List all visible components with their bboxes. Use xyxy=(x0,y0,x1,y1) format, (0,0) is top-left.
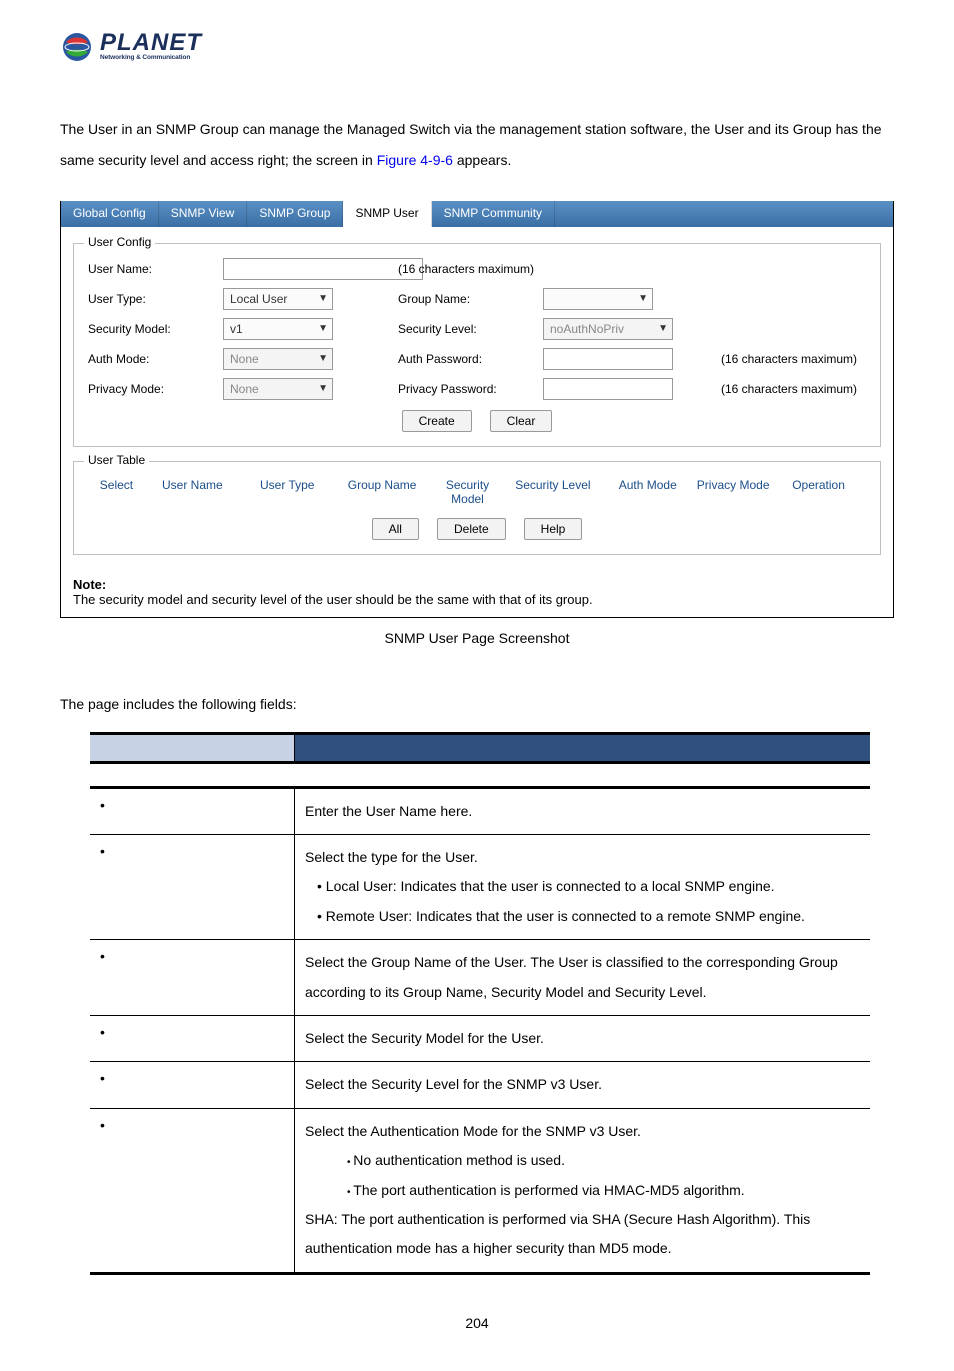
desc-text: Select the type for the User. Local User… xyxy=(295,834,871,939)
user-type-label: User Type: xyxy=(88,292,223,306)
auth-password-hint: (16 characters maximum) xyxy=(713,352,866,366)
screenshot-caption: SNMP User Page Screenshot xyxy=(60,630,894,646)
desc-bullet xyxy=(90,940,295,1016)
chevron-down-icon: ▼ xyxy=(638,293,648,304)
privacy-password-hint: (16 characters maximum) xyxy=(713,382,866,396)
help-button[interactable]: Help xyxy=(524,518,583,540)
col-privacy-mode: Privacy Mode xyxy=(695,476,771,508)
desc-text: Select the Group Name of the User. The U… xyxy=(295,940,871,1016)
tab-snmp-view[interactable]: SNMP View xyxy=(159,201,248,227)
note-title: Note: xyxy=(73,577,881,592)
desc-bullet xyxy=(90,1108,295,1273)
user-table-fieldset: User Table Select User Name User Type Gr… xyxy=(73,461,881,555)
col-auth-mode: Auth Mode xyxy=(600,476,695,508)
desc-bullet xyxy=(90,1062,295,1108)
tab-snmp-community[interactable]: SNMP Community xyxy=(432,201,555,227)
col-user-type: User Type xyxy=(240,476,335,508)
note-block: Note: The security model and security le… xyxy=(61,575,893,617)
privacy-mode-select[interactable]: None ▼ xyxy=(223,378,333,400)
all-button[interactable]: All xyxy=(372,518,419,540)
chevron-down-icon: ▼ xyxy=(318,383,328,394)
security-level-label: Security Level: xyxy=(398,322,543,336)
col-user-name: User Name xyxy=(145,476,240,508)
security-model-label: Security Model: xyxy=(88,322,223,336)
user-name-hint: (16 characters maximum) xyxy=(398,262,543,276)
logo-title: PLANET xyxy=(100,33,202,53)
figure-link[interactable]: Figure 4-9-6 xyxy=(377,152,453,168)
screenshot-panel: Global Config SNMP View SNMP Group SNMP … xyxy=(60,201,894,618)
group-name-select[interactable]: ▼ xyxy=(543,288,653,310)
auth-password-input[interactable] xyxy=(543,348,673,370)
page-number: 204 xyxy=(60,1315,894,1331)
tab-bar: Global Config SNMP View SNMP Group SNMP … xyxy=(61,201,893,227)
desc-text: Enter the User Name here. xyxy=(295,787,871,834)
desc-bullet xyxy=(90,1015,295,1061)
desc-text: Select the Security Model for the User. xyxy=(295,1015,871,1061)
auth-mode-select[interactable]: None ▼ xyxy=(223,348,333,370)
intro-paragraph: The User in an SNMP Group can manage the… xyxy=(60,114,894,176)
desc-text: Select the Authentication Mode for the S… xyxy=(295,1108,871,1273)
tab-snmp-user[interactable]: SNMP User xyxy=(343,201,431,227)
security-level-select[interactable]: noAuthNoPriv ▼ xyxy=(543,318,673,340)
description-table: Enter the User Name here. Select the typ… xyxy=(90,732,870,1275)
security-model-select[interactable]: v1 ▼ xyxy=(223,318,333,340)
col-security-model: Security Model xyxy=(430,476,506,508)
col-security-level: Security Level xyxy=(505,476,600,508)
user-config-fieldset: User Config User Name: (16 characters ma… xyxy=(73,243,881,447)
logo: PLANET Networking & Communication xyxy=(60,30,894,64)
note-text: The security model and security level of… xyxy=(73,592,881,607)
user-config-legend: User Config xyxy=(84,235,155,249)
planet-globe-icon xyxy=(60,30,94,64)
desc-bullet xyxy=(90,787,295,834)
user-type-select[interactable]: Local User ▼ xyxy=(223,288,333,310)
col-group-name: Group Name xyxy=(335,476,430,508)
group-name-label: Group Name: xyxy=(398,292,543,306)
user-name-label: User Name: xyxy=(88,262,223,276)
tab-snmp-group[interactable]: SNMP Group xyxy=(247,201,343,227)
privacy-mode-label: Privacy Mode: xyxy=(88,382,223,396)
auth-password-label: Auth Password: xyxy=(398,352,543,366)
tab-global-config[interactable]: Global Config xyxy=(61,201,159,227)
col-select: Select xyxy=(88,476,145,508)
privacy-password-input[interactable] xyxy=(543,378,673,400)
user-table-legend: User Table xyxy=(84,453,149,467)
delete-button[interactable]: Delete xyxy=(437,518,506,540)
chevron-down-icon: ▼ xyxy=(318,293,328,304)
desc-bullet xyxy=(90,834,295,939)
desc-text: Select the Security Level for the SNMP v… xyxy=(295,1062,871,1108)
chevron-down-icon: ▼ xyxy=(658,323,668,334)
create-button[interactable]: Create xyxy=(402,410,472,432)
user-table-header: Select User Name User Type Group Name Se… xyxy=(88,476,866,508)
user-name-input[interactable] xyxy=(223,258,423,280)
chevron-down-icon: ▼ xyxy=(318,323,328,334)
privacy-password-label: Privacy Password: xyxy=(398,382,543,396)
logo-subtitle: Networking & Communication xyxy=(100,54,202,61)
clear-button[interactable]: Clear xyxy=(490,410,553,432)
fields-intro: The page includes the following fields: xyxy=(60,696,894,712)
auth-mode-label: Auth Mode: xyxy=(88,352,223,366)
chevron-down-icon: ▼ xyxy=(318,353,328,364)
col-operation: Operation xyxy=(771,476,866,508)
